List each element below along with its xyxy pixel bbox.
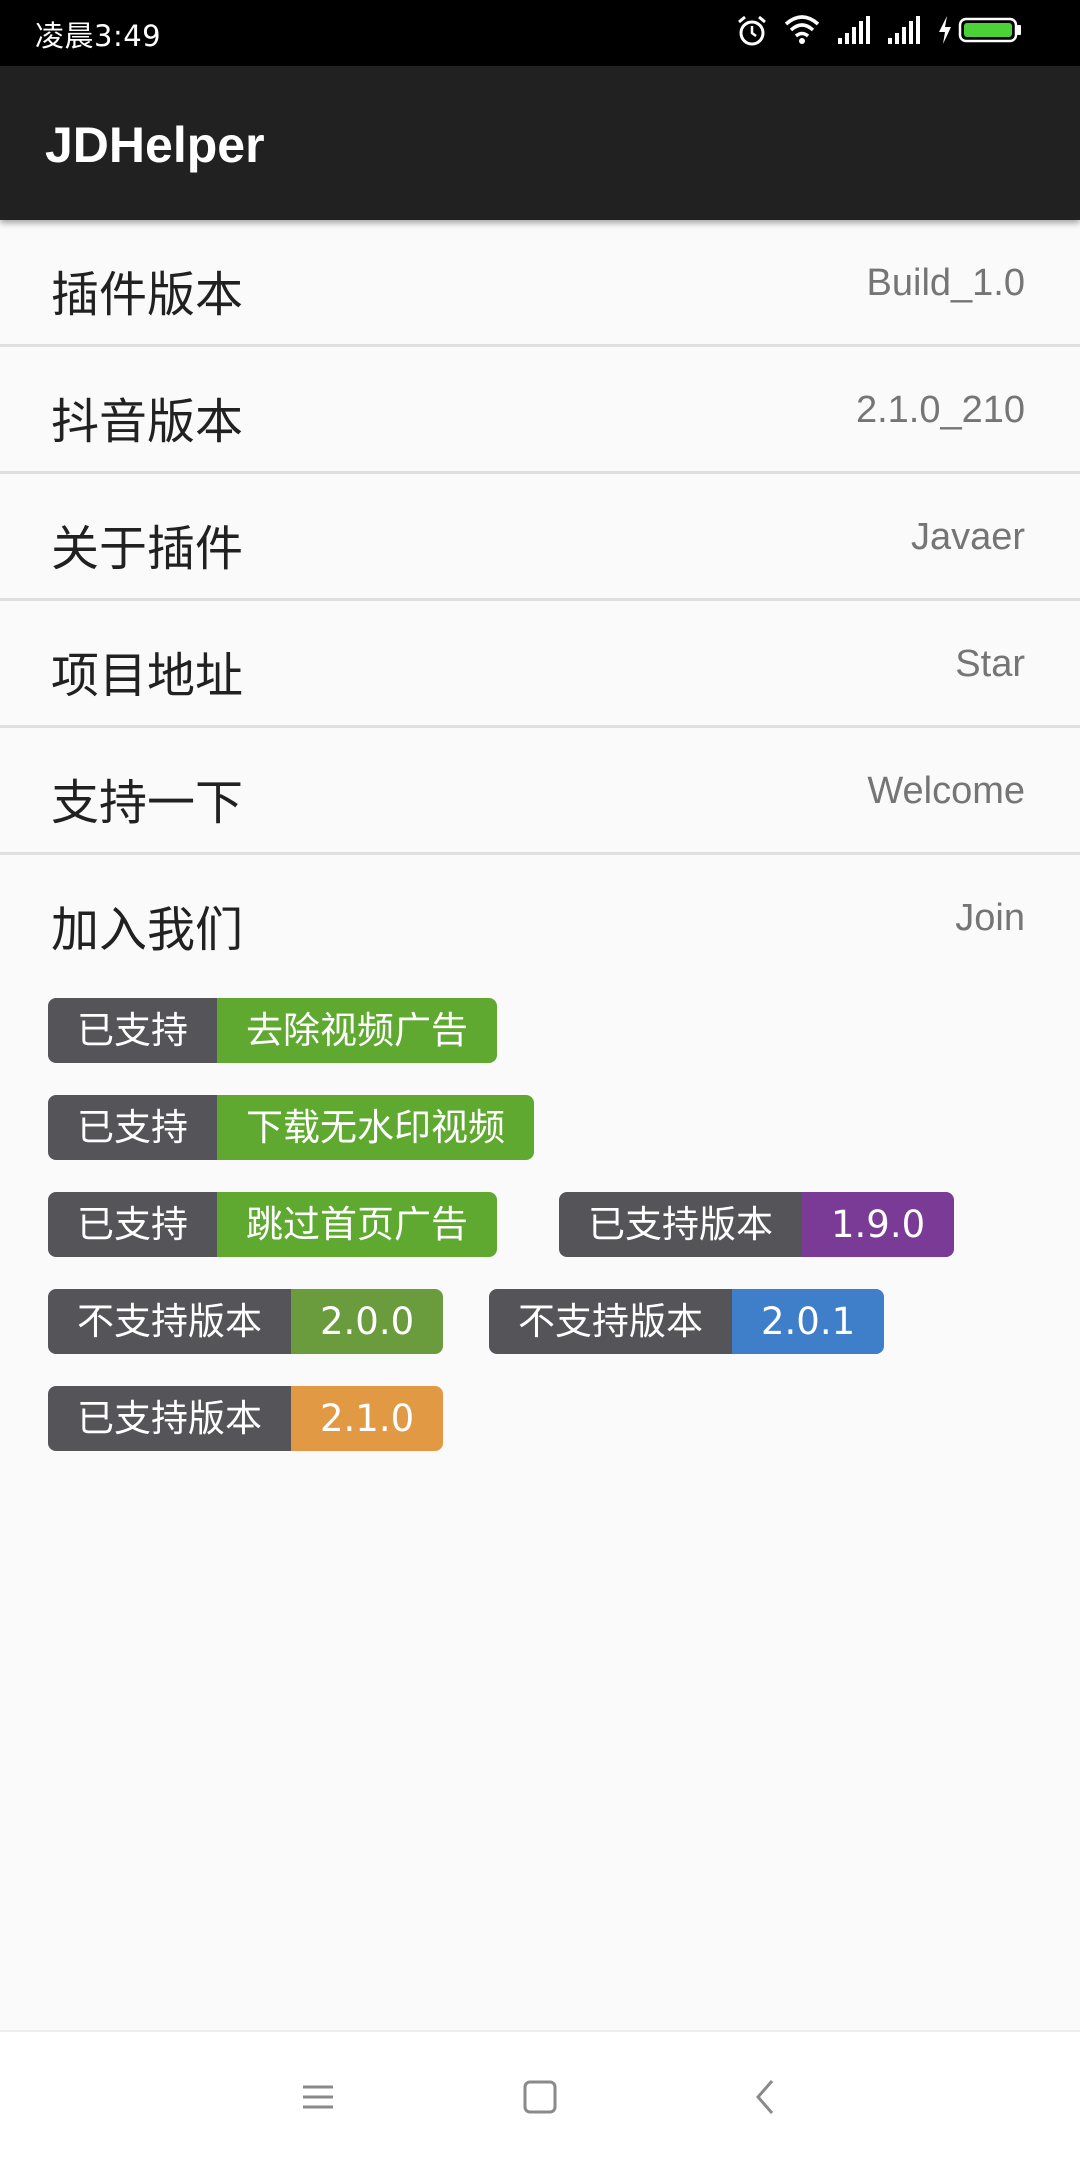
row-label: 支持一下: [51, 775, 244, 831]
settings-row-join-us[interactable]: 加入我们 Join: [0, 855, 1080, 982]
badge-status: 已支持: [48, 1095, 217, 1160]
status-time: 凌晨3:49: [35, 19, 162, 53]
row-value: Join: [955, 897, 1025, 939]
back-icon[interactable]: [742, 2072, 792, 2122]
badge-status: 不支持版本: [48, 1289, 291, 1354]
feature-badges: 已支持 去除视频广告 已支持 下载无水印视频 已支持 跳过首页广告 已支持版本 …: [48, 998, 1048, 1483]
row-label: 加入我们: [51, 902, 244, 958]
feature-badge: 已支持 下载无水印视频: [48, 1095, 534, 1160]
row-value: Star: [955, 643, 1025, 685]
app-bar: JDHelper: [0, 66, 1080, 220]
badge-feature: 跳过首页广告: [217, 1192, 497, 1257]
row-label: 项目地址: [51, 648, 244, 704]
badge-version: 2.0.0: [291, 1289, 444, 1354]
signal-icon: [886, 14, 922, 50]
settings-list: 插件版本 Build_1.0 抖音版本 2.1.0_210 关于插件 Javae…: [0, 220, 1080, 982]
version-badge: 不支持版本 2.0.0: [48, 1289, 444, 1354]
settings-row-project-address[interactable]: 项目地址 Star: [0, 601, 1080, 728]
badge-feature: 去除视频广告: [217, 998, 497, 1063]
settings-row-support[interactable]: 支持一下 Welcome: [0, 728, 1080, 855]
settings-row-plugin-version[interactable]: 插件版本 Build_1.0: [0, 220, 1080, 347]
navigation-bar: [0, 2030, 1080, 2160]
badge-version: 2.1.0: [291, 1386, 444, 1451]
row-label: 关于插件: [51, 521, 244, 577]
settings-row-about-plugin[interactable]: 关于插件 Javaer: [0, 474, 1080, 601]
badge-feature: 下载无水印视频: [217, 1095, 534, 1160]
badge-status: 已支持: [48, 998, 217, 1063]
version-badge: 已支持版本 2.1.0: [48, 1386, 444, 1451]
status-bar: 凌晨3:49: [0, 0, 1080, 66]
wifi-icon: [784, 14, 820, 50]
badge-status: 已支持: [48, 1192, 217, 1257]
app-title: JDHelper: [45, 117, 265, 173]
home-icon[interactable]: [515, 2072, 565, 2122]
settings-row-douyin-version[interactable]: 抖音版本 2.1.0_210: [0, 347, 1080, 474]
charging-icon: [936, 14, 954, 50]
status-icons: [736, 14, 1046, 52]
badge-version: 1.9.0: [802, 1192, 955, 1257]
feature-badge: 已支持 跳过首页广告: [48, 1192, 497, 1257]
signal-icon: [836, 14, 872, 50]
menu-icon[interactable]: [293, 2072, 343, 2122]
row-value: Build_1.0: [866, 262, 1025, 304]
battery-icon: [958, 14, 1024, 50]
row-value: Welcome: [867, 770, 1025, 812]
row-value: Javaer: [910, 516, 1025, 558]
badge-status: 已支持版本: [48, 1386, 291, 1451]
feature-badge: 已支持 去除视频广告: [48, 998, 497, 1063]
row-label: 抖音版本: [51, 394, 244, 450]
row-label: 插件版本: [51, 267, 244, 323]
badge-version: 2.0.1: [732, 1289, 885, 1354]
version-badge: 不支持版本 2.0.1: [489, 1289, 885, 1354]
alarm-icon: [736, 14, 768, 52]
badge-status: 已支持版本: [559, 1192, 802, 1257]
row-value: 2.1.0_210: [855, 389, 1025, 431]
version-badge: 已支持版本 1.9.0: [559, 1192, 955, 1257]
badge-status: 不支持版本: [489, 1289, 732, 1354]
